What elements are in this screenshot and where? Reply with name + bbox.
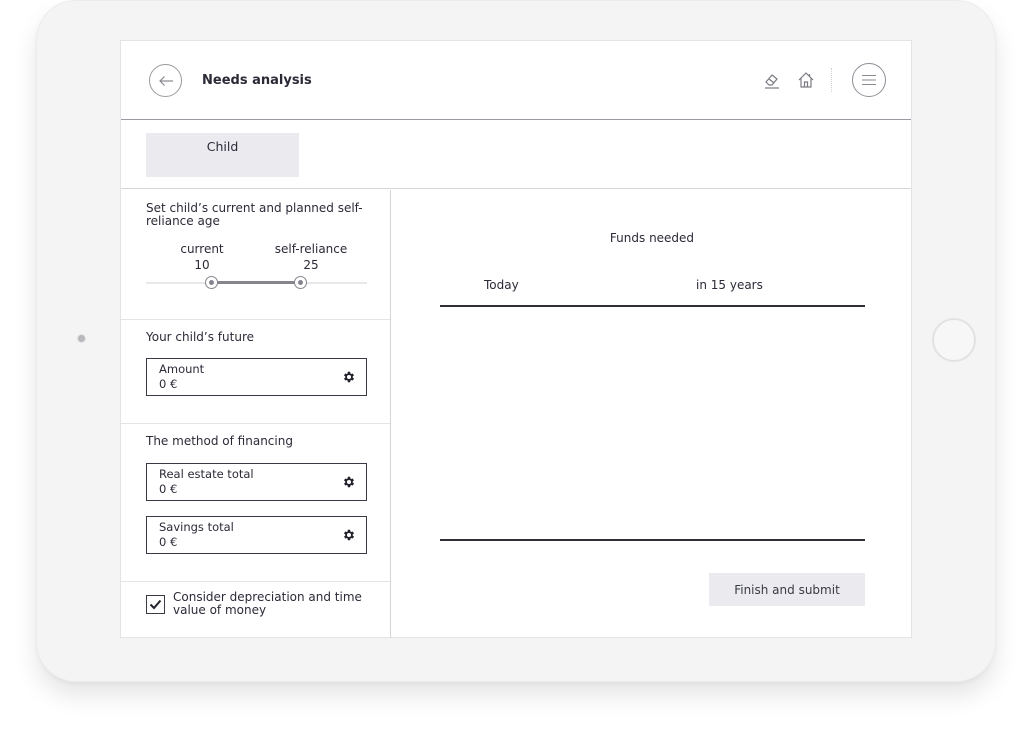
age-section: Set child’s current and planned self-rel… [121, 190, 390, 320]
gear-icon[interactable] [342, 475, 356, 489]
left-panel: Set child’s current and planned self-rel… [121, 190, 391, 638]
gear-icon[interactable] [342, 528, 356, 542]
savings-field-value: 0 € [159, 535, 178, 549]
funds-title: Funds needed [609, 231, 695, 245]
arrow-left-icon [158, 75, 173, 86]
amount-field[interactable]: Amount 0 € [146, 358, 367, 396]
real-estate-field-label: Real estate total [159, 467, 254, 481]
savings-field[interactable]: Savings total 0 € [146, 516, 367, 554]
depreciation-section: Consider depreciation and time value of … [121, 582, 390, 638]
table-top-rule [440, 305, 865, 307]
table-bottom-rule [440, 539, 865, 541]
age-slider-range [212, 281, 301, 284]
page-title: Needs analysis [202, 73, 312, 88]
back-button[interactable] [149, 64, 182, 97]
checkmark-icon [149, 599, 162, 610]
finish-submit-button[interactable]: Finish and submit [709, 573, 865, 606]
real-estate-field[interactable]: Real estate total 0 € [146, 463, 367, 501]
age-section-title: Set child’s current and planned self-rel… [146, 201, 363, 228]
future-section-title: Your child’s future [146, 330, 254, 344]
current-age-value: 10 [194, 258, 210, 272]
menu-icon [862, 74, 876, 86]
eraser-icon[interactable] [762, 70, 782, 90]
future-section: Your child’s future Amount 0 € [121, 320, 390, 424]
column-in-15-years: in 15 years [696, 278, 763, 292]
self-reliance-age-value: 25 [303, 258, 319, 272]
device-home-button[interactable] [932, 318, 976, 362]
gear-icon[interactable] [342, 370, 356, 384]
funds-panel: Funds needed Today in 15 years Finish an… [392, 190, 912, 638]
current-age-label: current [180, 242, 224, 256]
self-reliance-age-label: self-reliance [274, 242, 348, 256]
camera-icon [78, 335, 85, 342]
app-header: Needs analysis [121, 41, 911, 120]
amount-field-label: Amount [159, 362, 205, 376]
savings-field-label: Savings total [159, 520, 234, 534]
column-today: Today [484, 278, 519, 292]
current-age-thumb[interactable] [205, 276, 218, 289]
amount-field-value: 0 € [159, 377, 178, 391]
tab-child[interactable]: Child [146, 133, 299, 177]
financing-section-title: The method of financing [146, 434, 293, 448]
real-estate-field-value: 0 € [159, 482, 178, 496]
depreciation-label: Consider depreciation and time value of … [173, 590, 362, 617]
menu-button[interactable] [852, 63, 886, 97]
app-screen: Needs analysis Child Set child’s current… [120, 40, 912, 638]
header-divider [831, 68, 832, 92]
financing-section: The method of financing Real estate tota… [121, 424, 390, 582]
depreciation-checkbox[interactable] [146, 595, 165, 614]
self-reliance-age-thumb[interactable] [294, 276, 307, 289]
home-icon[interactable] [796, 70, 816, 90]
tabs-bar: Child [121, 121, 911, 189]
